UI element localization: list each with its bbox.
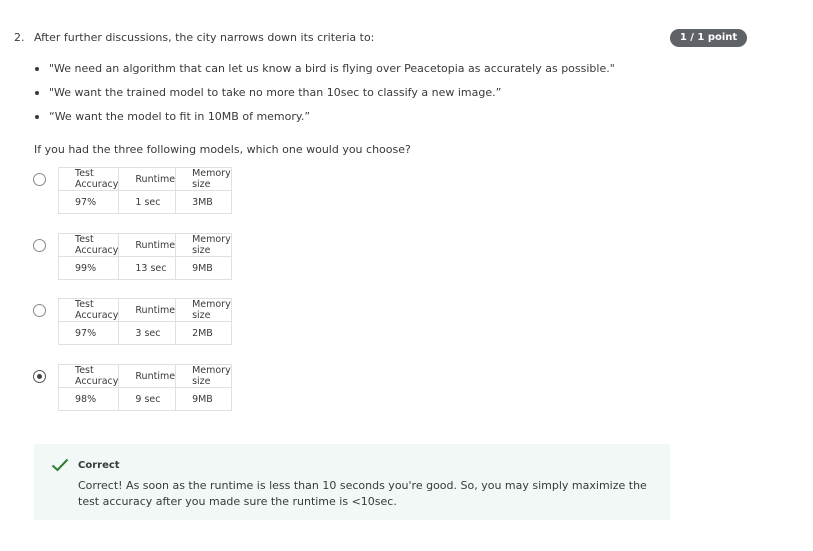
question-number: 2. (14, 31, 25, 44)
table-row: 97% 3 sec 2MB (57, 321, 232, 345)
runtime-header: Runtime (118, 167, 177, 191)
runtime-header: Runtime (118, 298, 177, 322)
table-row: 99% 13 sec 9MB (57, 256, 232, 280)
accuracy-value: 97% (57, 321, 120, 345)
criteria-list: "We need an algorithm that can let us kn… (34, 58, 615, 130)
accuracy-value: 97% (57, 190, 120, 214)
radio-button[interactable] (33, 239, 46, 252)
memory-header: Memory size (175, 364, 232, 388)
table-row: Test Accuracy Runtime Memory size (57, 298, 232, 322)
accuracy-header: Test Accuracy (57, 167, 120, 191)
feedback-text: Correct! As soon as the runtime is less … (78, 479, 647, 508)
memory-value: 3MB (175, 190, 232, 214)
runtime-value: 3 sec (118, 321, 177, 345)
accuracy-header: Test Accuracy (57, 298, 120, 322)
table-row: Test Accuracy Runtime Memory size (57, 167, 232, 191)
radio-button[interactable] (33, 304, 46, 317)
memory-value: 2MB (175, 321, 232, 345)
question-text: After further discussions, the city narr… (34, 31, 375, 44)
memory-header: Memory size (175, 298, 232, 322)
question-prompt: If you had the three following models, w… (34, 143, 411, 156)
option-table: Test Accuracy Runtime Memory size 99% 13… (57, 233, 232, 280)
table-row: Test Accuracy Runtime Memory size (57, 364, 232, 388)
checkmark-icon (51, 458, 69, 472)
accuracy-header: Test Accuracy (57, 364, 120, 388)
accuracy-value: 98% (57, 387, 120, 411)
option-table: Test Accuracy Runtime Memory size 97% 3 … (57, 298, 232, 345)
feedback-title: Correct (78, 460, 120, 471)
radio-button-selected[interactable] (33, 370, 46, 383)
score-badge: 1 / 1 point (670, 29, 747, 47)
table-row: Test Accuracy Runtime Memory size (57, 233, 232, 257)
memory-value: 9MB (175, 387, 232, 411)
accuracy-value: 99% (57, 256, 120, 280)
criteria-item: “We want the model to fit in 10MB of mem… (34, 106, 615, 130)
option-table: Test Accuracy Runtime Memory size 97% 1 … (57, 167, 232, 214)
memory-header: Memory size (175, 233, 232, 257)
table-row: 98% 9 sec 9MB (57, 387, 232, 411)
runtime-value: 1 sec (118, 190, 177, 214)
memory-value: 9MB (175, 256, 232, 280)
table-row: 97% 1 sec 3MB (57, 190, 232, 214)
runtime-header: Runtime (118, 233, 177, 257)
runtime-header: Runtime (118, 364, 177, 388)
option-table: Test Accuracy Runtime Memory size 98% 9 … (57, 364, 232, 411)
runtime-value: 9 sec (118, 387, 177, 411)
memory-header: Memory size (175, 167, 232, 191)
criteria-item: "We need an algorithm that can let us kn… (34, 58, 615, 82)
feedback-panel: Correct Correct! As soon as the runtime … (34, 444, 670, 520)
radio-button[interactable] (33, 173, 46, 186)
criteria-item: "We want the trained model to take no mo… (34, 82, 615, 106)
runtime-value: 13 sec (118, 256, 177, 280)
accuracy-header: Test Accuracy (57, 233, 120, 257)
